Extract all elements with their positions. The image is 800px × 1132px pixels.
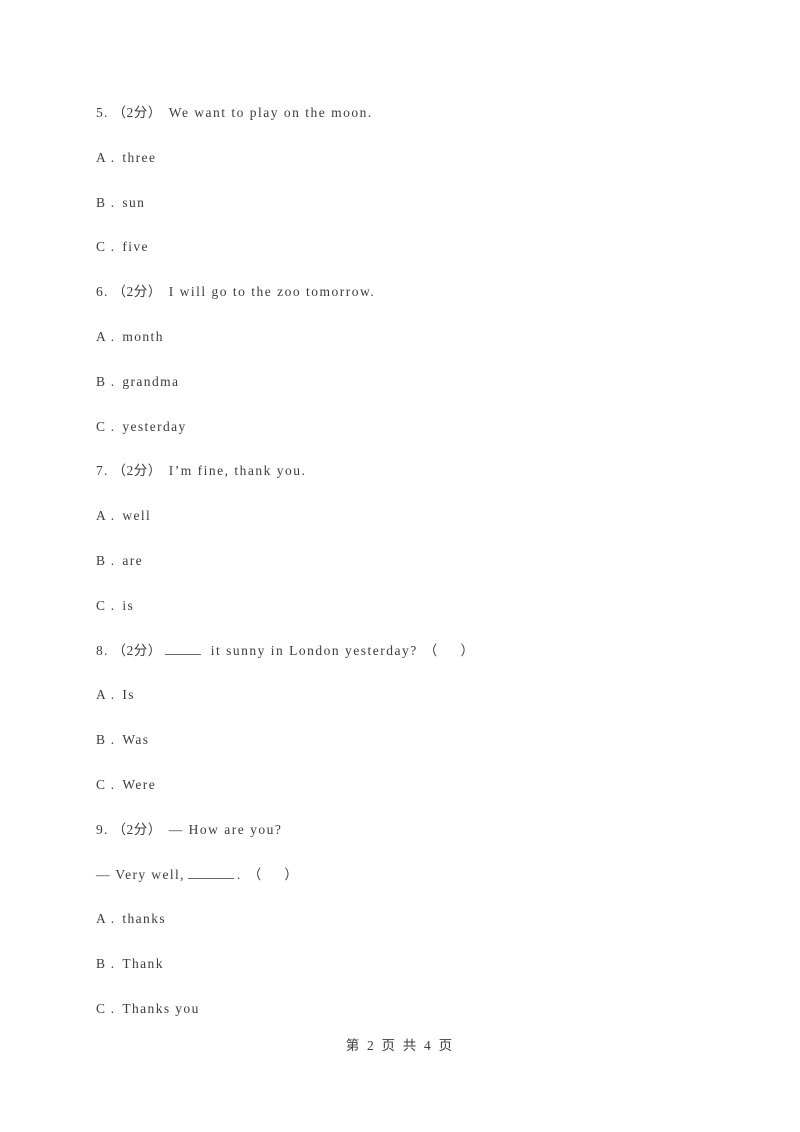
option-text: Is [122,687,135,703]
question-text: it sunny in London yesterday? [210,642,418,658]
option-letter: A . [96,508,116,524]
option-text: is [122,597,135,613]
option-row[interactable]: B . sun [96,193,716,238]
option-text: are [122,552,144,568]
questions-container: 5. （2分） We want to play on the moon. A . th… [96,103,716,1044]
option-text: three [122,149,157,165]
option-letter: C . [96,239,116,255]
option-text: Thanks you [122,1000,200,1016]
paren-close: ） [460,642,476,658]
option-text: well [122,508,152,524]
answer-blank[interactable] [164,653,201,655]
option-letter: A . [96,149,116,165]
option-text: sun [122,194,146,210]
question-number: 5. [96,105,109,120]
question-stem: 9. （2分） — How are you? [96,820,716,865]
option-text: Was [122,732,150,748]
question-stem: 6. （2分） I will go to the zoo tomorrow. [96,282,716,327]
question-number: 6. [96,284,109,300]
question-stem-continuation: — Very well,. （） [96,865,716,910]
option-row[interactable]: B . Was [96,730,716,775]
option-text: Thank [122,956,164,972]
option-text: thanks [122,911,167,927]
question-text: I’m fine, thank you. [168,463,307,479]
question-text: We want to play on the moon. [168,105,373,120]
option-row[interactable]: B . Thank [96,954,716,999]
paren-open: （ [423,642,439,658]
question-marks: （2分） [112,105,162,120]
question-stem: 5. （2分） We want to play on the moon. [96,103,716,148]
option-text: yesterday [122,418,187,434]
option-text: five [122,239,149,255]
option-row[interactable]: B . are [96,551,716,596]
option-text: Were [122,776,157,792]
page-footer: 第 2 页 共 4 页 [345,1038,455,1053]
question-number: 8. [96,642,109,658]
option-row[interactable]: C . yesterday [96,417,716,462]
question-stem: 8. （2分） it sunny in London yesterday? （） [96,641,716,686]
option-letter: A . [96,911,116,927]
option-letter: B . [96,373,116,389]
option-row[interactable]: C . Were [96,775,716,820]
answer-parentheses[interactable]: （） [248,867,299,882]
option-letter: C . [96,597,116,613]
option-row[interactable]: C . five [96,237,716,282]
option-letter: A . [96,687,116,703]
question-marks: （2分） [112,463,162,479]
option-letter: B . [96,732,116,748]
paren-open: （ [247,866,263,882]
option-row[interactable]: A . Is [96,685,716,730]
option-letter: C . [96,1000,116,1016]
question-text: I will go to the zoo tomorrow. [168,284,376,300]
option-row[interactable]: A . month [96,327,716,372]
option-letter: A . [96,328,116,344]
question-number: 9. [96,821,109,837]
question-stem: 7. （2分） I’m fine, thank you. [96,461,716,506]
option-text: month [122,328,164,344]
question-text-line2: — Very well, [96,866,185,882]
question-number: 7. [96,463,109,479]
option-letter: B . [96,956,116,972]
paren-close: ） [284,866,300,882]
question-marks: （2分） [112,284,162,300]
question-text: — How are you? [168,821,283,837]
question-marks: （2分） [112,821,162,837]
option-text: grandma [122,373,180,389]
worksheet-page: 5. （2分） We want to play on the moon. A . th… [0,0,800,1132]
option-letter: C . [96,418,116,434]
question-text-line2-tail: . [236,866,242,882]
option-row[interactable]: B . grandma [96,372,716,417]
answer-blank[interactable] [187,877,234,879]
option-row[interactable]: C . is [96,596,716,641]
option-row[interactable]: A . well [96,506,716,551]
option-letter: B . [96,194,116,210]
question-marks: （2分） [112,642,162,658]
option-letter: C . [96,776,116,792]
option-row[interactable]: A . thanks [96,909,716,954]
option-row[interactable]: A . three [96,148,716,193]
answer-parentheses[interactable]: （） [424,643,475,658]
option-letter: B . [96,552,116,568]
